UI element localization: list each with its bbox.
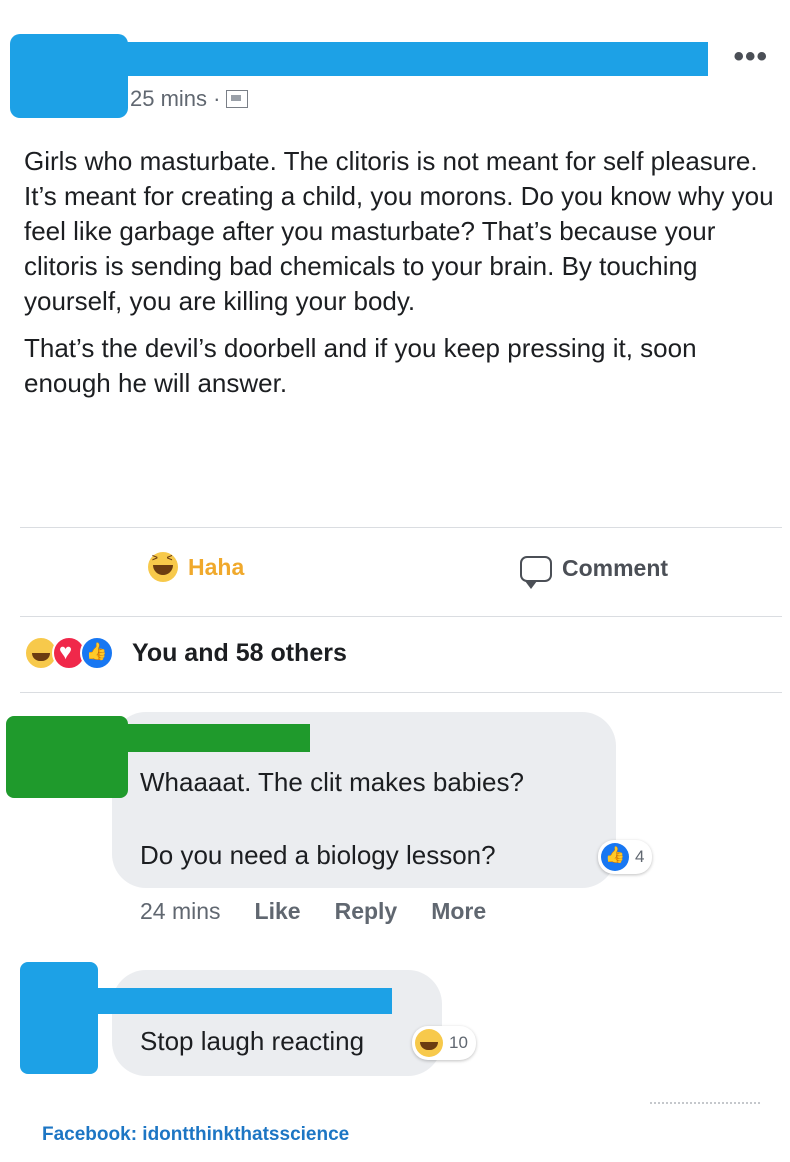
comment-time[interactable]: 24 mins (140, 898, 221, 925)
comment-text: Stop laugh reacting (140, 1026, 365, 1056)
divider (20, 692, 782, 693)
like-link[interactable]: Like (255, 898, 301, 925)
post-timestamp[interactable]: 25 mins · (130, 86, 220, 112)
comment-button[interactable]: Comment (520, 555, 669, 589)
comment-text: Whaaaat. The clit makes babies? (140, 767, 524, 797)
reaction-count: 10 (449, 1033, 468, 1052)
comment-reaction-badge[interactable]: 4 (598, 840, 653, 874)
post-body: Girls who masturbate. The clitoris is no… (24, 144, 774, 413)
reply-link[interactable]: Reply (335, 898, 398, 925)
divider (20, 616, 782, 617)
comment-bubble-icon (520, 555, 552, 589)
more-dots-icon[interactable]: ••• (733, 42, 768, 72)
comment-reaction-badge[interactable]: 10 (412, 1026, 476, 1060)
source-caption: Facebook: idontthinkthatsscience (42, 1124, 350, 1145)
reactions-count-text: You and 58 others (132, 638, 347, 667)
redacted-commenter-name (110, 724, 310, 752)
redacted-avatar (10, 34, 128, 118)
post-paragraph: Girls who masturbate. The clitoris is no… (24, 146, 774, 316)
haha-reaction-button[interactable]: Haha (148, 552, 244, 582)
comment-bubble (112, 970, 442, 1076)
public-globe-icon (226, 90, 249, 108)
haha-icon (415, 1029, 443, 1057)
haha-label: Haha (188, 553, 245, 580)
comment-label: Comment (562, 555, 669, 581)
redacted-username (118, 42, 708, 76)
like-icon (80, 636, 114, 670)
divider (20, 527, 782, 528)
comment-meta: 24 mins Like Reply More (140, 898, 486, 925)
haha-emoji-icon (148, 552, 178, 582)
like-icon (601, 843, 629, 871)
reaction-count: 4 (635, 847, 645, 866)
redacted-commenter-name (88, 988, 392, 1014)
comment-text: Do you need a biology lesson? (140, 840, 496, 870)
redacted-commenter-avatar (20, 962, 98, 1074)
reactions-summary[interactable]: You and 58 others (24, 636, 347, 670)
post-meta: 25 mins · (130, 86, 249, 112)
more-link[interactable]: More (431, 898, 486, 925)
post-paragraph: That’s the devil’s doorbell and if you k… (24, 333, 697, 398)
divider (650, 1102, 760, 1104)
